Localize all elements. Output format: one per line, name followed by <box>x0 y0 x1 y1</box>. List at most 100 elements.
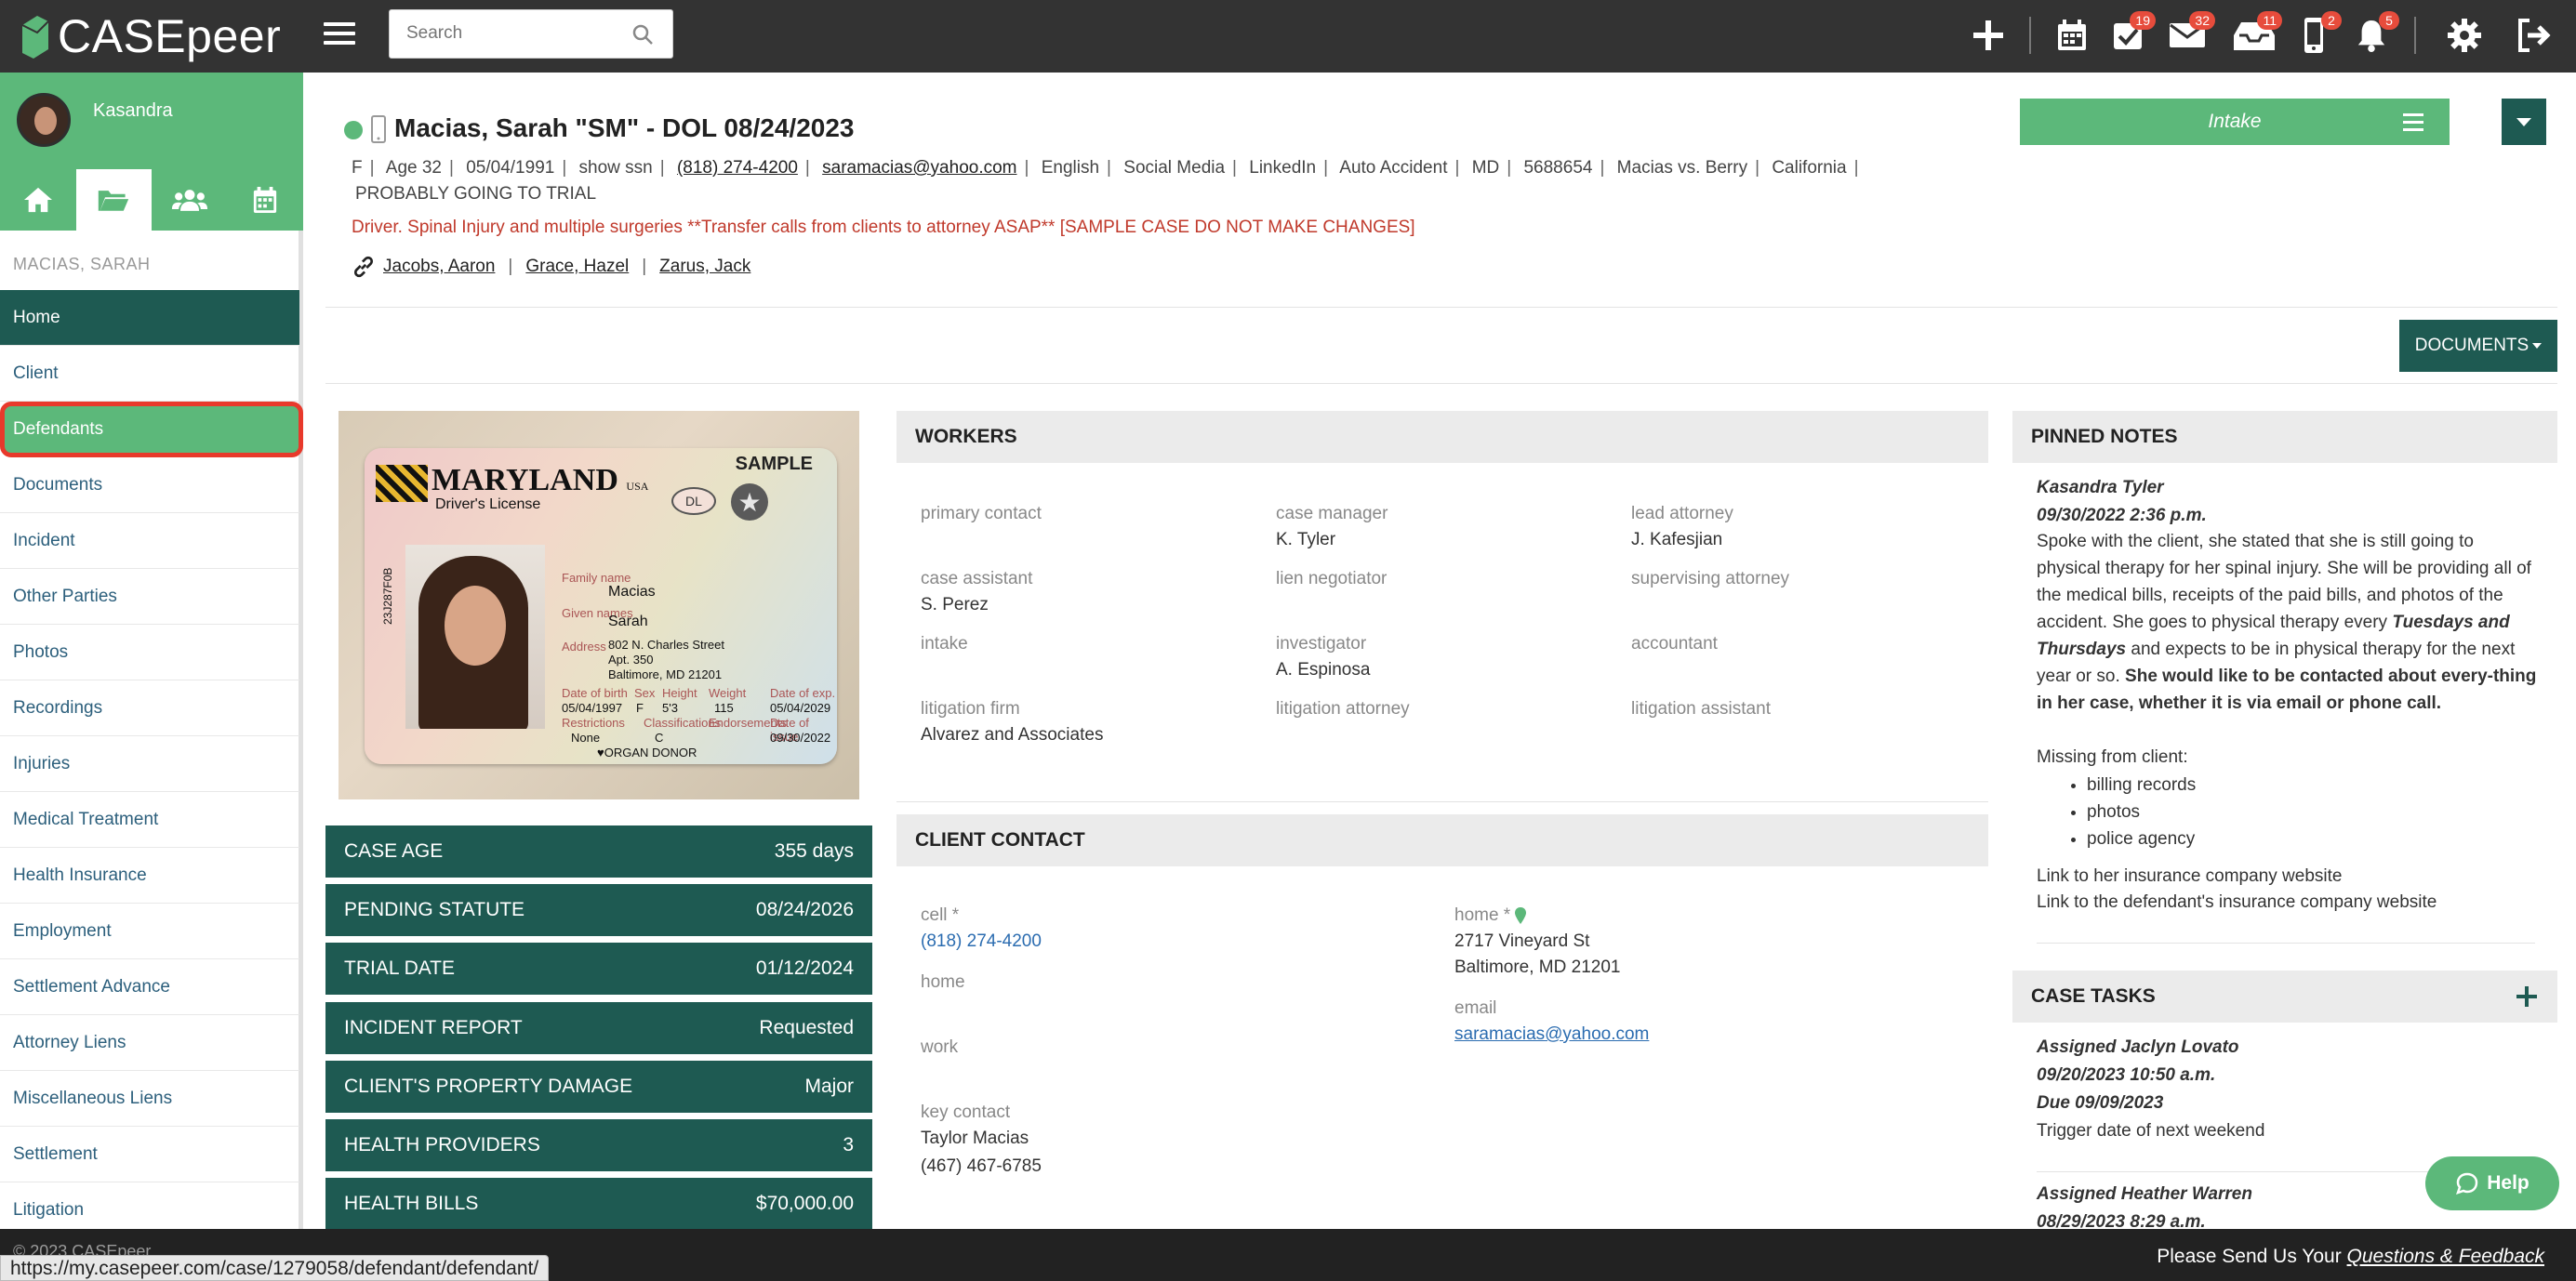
search-icon[interactable] <box>631 23 654 46</box>
sidebar-item-attorney-liens[interactable]: Attorney Liens <box>0 1015 299 1071</box>
workers-panel-header: WORKERS <box>896 411 1988 463</box>
task-due: Due 09/09/2023 <box>2037 1093 2164 1113</box>
calendar-tab-icon[interactable] <box>228 169 304 231</box>
case-state: MD <box>1471 158 1500 178</box>
contact-cell-label: cell * <box>921 905 960 925</box>
key-contact-phone[interactable]: (467) 467-6785 <box>921 1156 1042 1177</box>
sidebar-nav: Home Client Defendants Documents Inciden… <box>0 290 303 1238</box>
logo-leaf-icon <box>21 16 49 59</box>
status-dot-icon <box>344 121 363 139</box>
defendant-insurance-link[interactable]: Link to the defendant's insurance compan… <box>2037 889 2539 916</box>
license-given-name: Sarah <box>608 614 648 629</box>
sidebar-item-client[interactable]: Client <box>0 346 299 402</box>
related-case-link[interactable]: Grace, Hazel <box>525 257 629 277</box>
license-family-name-label: Family name <box>562 571 631 585</box>
client-contact-panel-header: CLIENT CONTACT <box>896 814 1988 866</box>
add-task-icon[interactable] <box>2516 986 2537 1007</box>
sidebar-item-settlement[interactable]: Settlement <box>0 1127 299 1182</box>
drivers-license-image[interactable]: MARYLAND USA Driver's License SAMPLE DL … <box>339 411 859 799</box>
contact-email-link[interactable]: saramacias@yahoo.com <box>1454 1024 1649 1045</box>
sidebar-tabs <box>0 169 303 231</box>
worker-value[interactable]: K. Tyler <box>1276 530 1335 550</box>
insurance-website-link[interactable]: Link to her insurance company website <box>2037 863 2539 890</box>
license-type: Driver's License <box>435 496 541 512</box>
sidebar-item-documents[interactable]: Documents <box>0 457 299 513</box>
key-contact-name: Taylor Macias <box>921 1129 1029 1148</box>
sidebar-item-photos[interactable]: Photos <box>0 625 299 680</box>
worker-label: investigator <box>1276 634 1367 654</box>
stat-health-bills: HEALTH BILLS $70,000.00 <box>325 1178 872 1230</box>
worker-label: accountant <box>1631 634 1718 654</box>
list-item: photos <box>2087 799 2366 825</box>
calendar-icon[interactable] <box>2050 13 2094 58</box>
sidebar-item-other-parties[interactable]: Other Parties <box>0 569 299 625</box>
inbox-icon[interactable]: 11 <box>2232 11 2282 58</box>
related-case-link[interactable]: Zarus, Jack <box>659 257 750 277</box>
link-icon <box>353 256 374 278</box>
stat-pending-statute: PENDING STATUTE 08/24/2026 <box>325 884 872 936</box>
nav-divider <box>2029 17 2031 54</box>
license-issue: 09/30/2022 <box>770 731 831 745</box>
sidebar-item-miscellaneous-liens[interactable]: Miscellaneous Liens <box>0 1071 299 1127</box>
sidebar-item-defendants[interactable]: Defendants <box>0 402 303 457</box>
phone-icon[interactable]: 2 <box>2291 11 2342 58</box>
tasks-check-icon[interactable]: 19 <box>2105 11 2156 58</box>
feedback-link[interactable]: Questions & Feedback <box>2347 1246 2544 1267</box>
worker-value[interactable]: J. Kafesjian <box>1631 530 1722 550</box>
gear-icon[interactable] <box>2442 13 2487 58</box>
case-actions-dropdown[interactable] <box>2502 99 2546 145</box>
show-ssn-link[interactable]: show ssn <box>579 158 653 178</box>
mail-icon[interactable]: 32 <box>2165 11 2215 58</box>
casepeer-logo[interactable]: CASEpeer <box>19 6 281 67</box>
help-button[interactable]: Help <box>2425 1156 2559 1210</box>
task-assigned: Assigned Jaclyn Lovato <box>2037 1037 2239 1057</box>
search-input[interactable] <box>390 10 613 57</box>
client-email-link[interactable]: saramacias@yahoo.com <box>822 158 1016 178</box>
client-dob: 05/04/1991 <box>466 158 555 178</box>
license-sample-label: SAMPLE <box>735 454 813 474</box>
sidebar-item-recordings[interactable]: Recordings <box>0 680 299 736</box>
home-address-label-text: home * <box>1454 905 1511 925</box>
sidebar: Kasandra MACIAS, SARAH Home Client Defen… <box>0 73 303 1238</box>
nav-divider <box>2414 17 2416 54</box>
map-pin-icon[interactable] <box>1514 906 1527 925</box>
license-class: C <box>655 731 664 745</box>
case-number: 5688654 <box>1523 158 1593 178</box>
worker-value[interactable]: Alvarez and Associates <box>921 725 1103 746</box>
menu-toggle-icon[interactable] <box>324 19 355 50</box>
license-number: 23J287F0B <box>381 567 394 625</box>
sidebar-item-home[interactable]: Home <box>0 290 299 346</box>
worker-value[interactable]: S. Perez <box>921 595 989 615</box>
sidebar-item-medical-treatment[interactable]: Medical Treatment <box>0 792 299 848</box>
contact-work-label: work <box>921 1037 959 1057</box>
sidebar-item-incident[interactable]: Incident <box>0 513 299 569</box>
license-height-label: Height <box>662 686 697 700</box>
stat-value: $70,000.00 <box>755 1193 854 1214</box>
contacts-tab-icon[interactable] <box>152 169 228 231</box>
logout-icon[interactable] <box>2511 13 2556 58</box>
task-description[interactable]: Trigger date of next weekend <box>2037 1121 2264 1142</box>
chat-bubble-icon <box>2456 1172 2478 1195</box>
home-tab-icon[interactable] <box>0 169 76 231</box>
worker-label: litigation attorney <box>1276 699 1410 719</box>
add-icon[interactable] <box>1966 13 2011 58</box>
case-type: Auto Accident <box>1339 158 1448 178</box>
missing-list: billing records photos police agency <box>2087 772 2366 852</box>
sidebar-item-injuries[interactable]: Injuries <box>0 736 299 792</box>
documents-button[interactable]: DOCUMENTS <box>2399 320 2557 372</box>
worker-value[interactable]: A. Espinosa <box>1276 660 1370 680</box>
client-phone-link[interactable]: (818) 274-4200 <box>677 158 798 178</box>
sidebar-username[interactable]: Kasandra <box>93 100 173 122</box>
license-height: 5'3 <box>662 701 678 715</box>
task-assigned: Assigned Heather Warren <box>2037 1184 2252 1204</box>
related-case-link[interactable]: Jacobs, Aaron <box>383 257 495 277</box>
case-phase-button[interactable]: Intake <box>2020 99 2450 145</box>
bell-icon[interactable]: 5 <box>2349 11 2399 58</box>
case-folder-tab-icon[interactable] <box>75 169 152 231</box>
contact-cell-phone[interactable]: (818) 274-4200 <box>921 931 1042 952</box>
stat-label: HEALTH BILLS <box>344 1193 479 1214</box>
sidebar-item-employment[interactable]: Employment <box>0 904 299 959</box>
sidebar-item-settlement-advance[interactable]: Settlement Advance <box>0 959 299 1015</box>
avatar[interactable] <box>17 93 71 147</box>
sidebar-item-health-insurance[interactable]: Health Insurance <box>0 848 299 904</box>
